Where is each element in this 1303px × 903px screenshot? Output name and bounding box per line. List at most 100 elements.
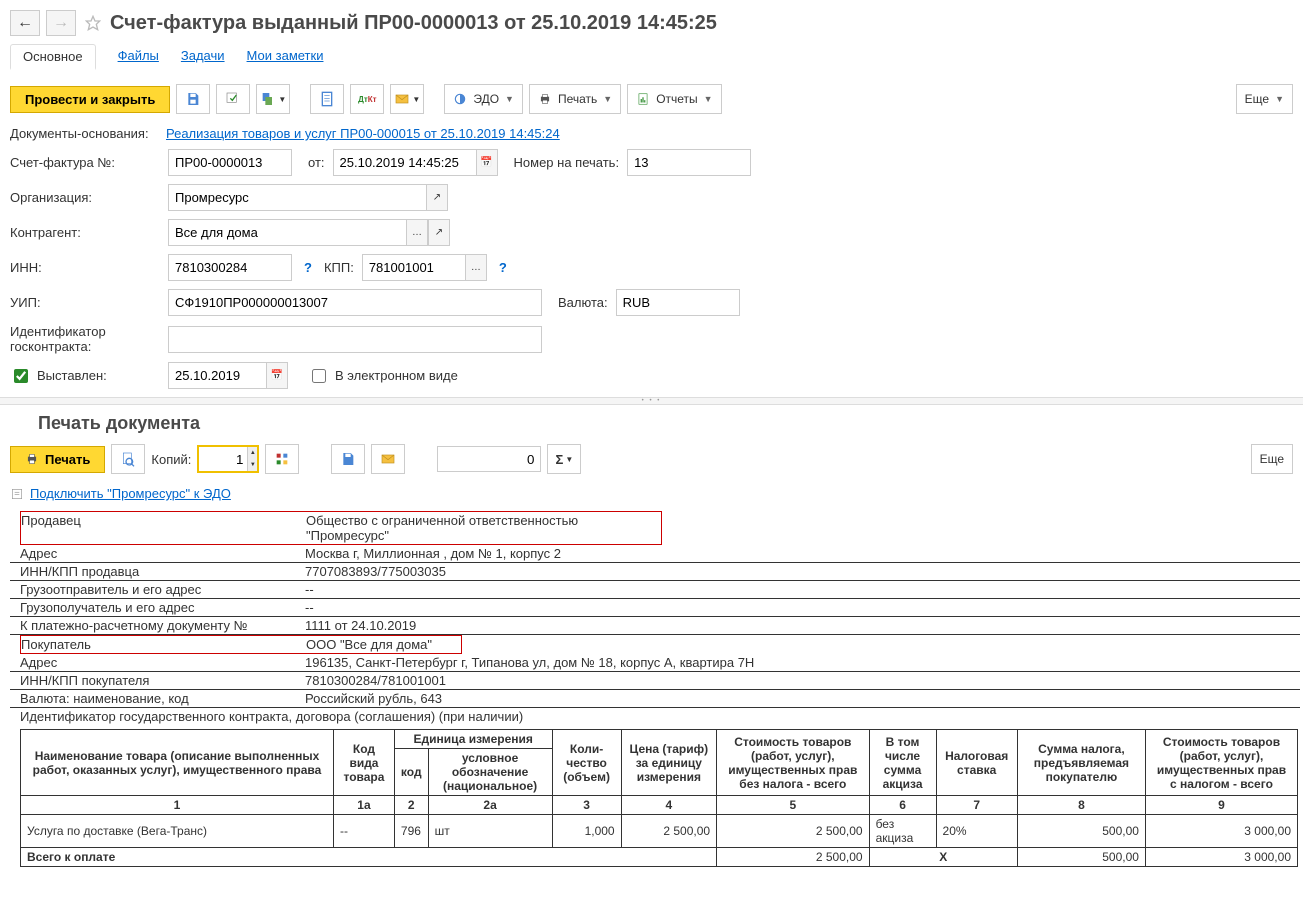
post-and-close-button[interactable]: Провести и закрыть [10,86,170,113]
inn-help-icon[interactable]: ? [300,260,316,275]
payment-doc-label: К платежно-расчетному документу № [10,617,295,635]
issued-checkbox[interactable] [14,369,28,383]
th-unit-symbol: условное обозначение (национальное) [428,749,552,796]
invoice-num-input[interactable] [168,149,292,176]
nav-back-button[interactable]: ← [10,10,40,36]
kpp-help-icon[interactable]: ? [495,260,511,275]
copies-settings-button[interactable] [265,444,299,474]
kpp-label: КПП: [324,260,354,275]
th-unit: Единица измерения [394,730,552,749]
spin-down[interactable]: ▼ [247,459,257,471]
copies-spinner[interactable]: ▲▼ [197,445,259,473]
tab-main[interactable]: Основное [10,44,96,70]
th-tax-rate: Налоговая ставка [936,730,1017,796]
buyer-inn-kpp-label: ИНН/КПП покупателя [10,672,295,690]
print-section-title: Печать документа [38,413,1293,434]
shipper-value: -- [295,581,1300,599]
invoice-table: Наименование товара (описание выполненны… [20,729,1298,867]
seller-label: Продавец [11,512,296,544]
colnum-8: 8 [1017,796,1145,815]
cell-qty: 1,000 [552,815,621,848]
cell-unit-code: 796 [394,815,428,848]
colnum-9: 9 [1145,796,1297,815]
more-dropdown[interactable]: Еще ▼ [1236,84,1293,114]
edo-dropdown[interactable]: ЭДО ▼ [444,84,523,114]
counterparty-more-button[interactable]: … [406,219,428,246]
view-button[interactable] [310,84,344,114]
edo-connect-link[interactable]: Подключить "Промресурс" к ЭДО [30,486,231,501]
reports-dropdown[interactable]: Отчеты ▼ [627,84,721,114]
dt-kt-button[interactable]: ДтКт [350,84,384,114]
basis-button[interactable]: ▼ [256,84,290,114]
contract-row: Идентификатор государственного контракта… [10,708,533,725]
print-dropdown[interactable]: Печать ▼ [529,84,621,114]
print-more-dropdown[interactable]: Еще [1251,444,1293,474]
cell-cost-no-tax: 2 500,00 [717,815,869,848]
th-excise: В том числе сумма акциза [869,730,936,796]
issued-date-picker-button[interactable]: 📅 [266,362,288,389]
total-tax-sum: 500,00 [1017,848,1145,867]
page-title: Счет-фактура выданный ПР00-0000013 от 25… [110,12,717,35]
mail-button[interactable]: ▼ [390,84,424,114]
currency-input[interactable] [616,289,740,316]
post-button[interactable] [216,84,250,114]
addr-value: Москва г, Миллионная , дом № 1, корпус 2 [295,545,1300,563]
electronic-checkbox-label[interactable]: В электронном виде [308,366,458,386]
th-name: Наименование товара (описание выполненны… [21,730,334,796]
datetime-picker-button[interactable]: 📅 [476,149,498,176]
copies-input[interactable] [199,447,247,471]
save-button[interactable] [176,84,210,114]
sum-function-button[interactable]: Σ▼ [547,444,581,474]
counterparty-input[interactable] [168,219,406,246]
inn-input[interactable] [168,254,292,281]
addr-label: Адрес [10,545,295,563]
cell-price: 2 500,00 [621,815,717,848]
tab-tasks[interactable]: Задачи [181,44,225,70]
basis-link[interactable]: Реализация товаров и услуг ПР00-000015 о… [166,126,560,141]
issued-checkbox-label[interactable]: Выставлен: [10,366,160,386]
tab-notes[interactable]: Мои заметки [247,44,324,70]
total-row: Всего к оплате 2 500,00 Х 500,00 3 000,0… [21,848,1298,867]
splitter[interactable]: • • • [0,397,1303,405]
contract-id-label: Идентификатор госконтракта: [10,324,160,354]
kpp-more-button[interactable]: … [465,254,487,281]
electronic-checkbox[interactable] [312,369,326,383]
contract-id-input[interactable] [168,326,542,353]
cell-excise: без акциза [869,815,936,848]
preview-button[interactable] [111,444,145,474]
favorite-star-icon[interactable] [82,12,104,34]
colnum-2a: 2а [428,796,552,815]
cell-name: Услуга по доставке (Вега-Транс) [21,815,334,848]
colnum-2: 2 [394,796,428,815]
edo-label: ЭДО [473,92,499,106]
inn-kpp-seller-label: ИНН/КПП продавца [10,563,295,581]
org-open-button[interactable]: ↗ [426,184,448,211]
th-unit-code: код [394,749,428,796]
th-cost-with-tax: Стоимость товаров (работ, услуг), имущес… [1145,730,1297,796]
buyer-label: Покупатель [11,636,296,653]
table-row: Услуга по доставке (Вега-Транс) -- 796 ш… [21,815,1298,848]
uip-label: УИП: [10,295,160,310]
print-button[interactable]: Печать [10,446,105,473]
kpp-input[interactable] [362,254,465,281]
issued-date-input[interactable] [168,362,266,389]
inn-kpp-seller-value: 7707083893/775003035 [295,563,1300,581]
save-doc-button[interactable] [331,444,365,474]
currency-row-label: Валюта: наименование, код [10,690,295,708]
buyer-addr-label: Адрес [10,654,295,672]
counterparty-open-button[interactable]: ↗ [428,219,450,246]
print-num-input[interactable] [627,149,751,176]
nav-forward-button[interactable]: → [46,10,76,36]
datetime-input[interactable] [333,149,476,176]
buyer-addr-value: 196135, Санкт-Петербург г, Типанова ул, … [295,654,1300,672]
tab-files[interactable]: Файлы [118,44,159,70]
spin-up[interactable]: ▲ [247,447,257,459]
colnum-6: 6 [869,796,936,815]
th-code-type: Код вида товара [334,730,395,796]
uip-input[interactable] [168,289,542,316]
print-label: Печать [558,92,597,106]
send-mail-button[interactable] [371,444,405,474]
th-qty: Коли-чество (объем) [552,730,621,796]
sum-input[interactable] [437,446,541,472]
org-input[interactable] [168,184,426,211]
